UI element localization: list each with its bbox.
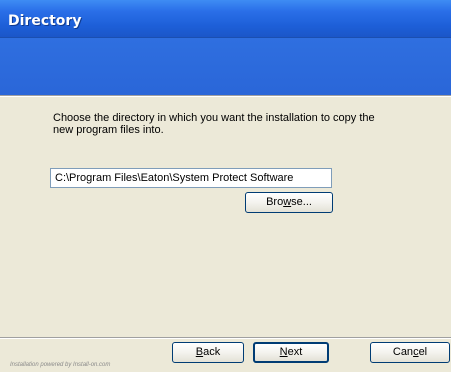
back-label-accel: B: [195, 346, 204, 358]
footer-divider: [0, 337, 451, 339]
content-panel: Choose the directory in which you want t…: [0, 97, 451, 337]
installer-window: Directory Choose the directory in which …: [0, 0, 451, 372]
instruction-text: Choose the directory in which you want t…: [53, 112, 375, 136]
header-banner: [0, 38, 451, 95]
title-bar[interactable]: Directory: [0, 0, 451, 38]
browse-label-post: se...: [291, 196, 312, 208]
next-button[interactable]: Next: [253, 342, 329, 363]
back-button[interactable]: Back: [172, 342, 244, 363]
back-label-post: ack: [203, 346, 221, 358]
window-title: Directory: [8, 13, 82, 29]
next-label-accel: N: [279, 346, 288, 358]
next-label-post: ext: [287, 346, 303, 358]
browse-label-pre: Bro: [266, 196, 284, 208]
directory-path-input[interactable]: [50, 168, 332, 188]
cancel-button[interactable]: Cancel: [370, 342, 450, 363]
cancel-label-post: el: [418, 346, 428, 358]
installer-watermark: Installation powered by Install-on.com: [10, 362, 111, 368]
cancel-label-pre: Can: [392, 346, 414, 358]
browse-button[interactable]: Browse...: [245, 192, 333, 213]
browse-label-accel: w: [283, 196, 292, 208]
